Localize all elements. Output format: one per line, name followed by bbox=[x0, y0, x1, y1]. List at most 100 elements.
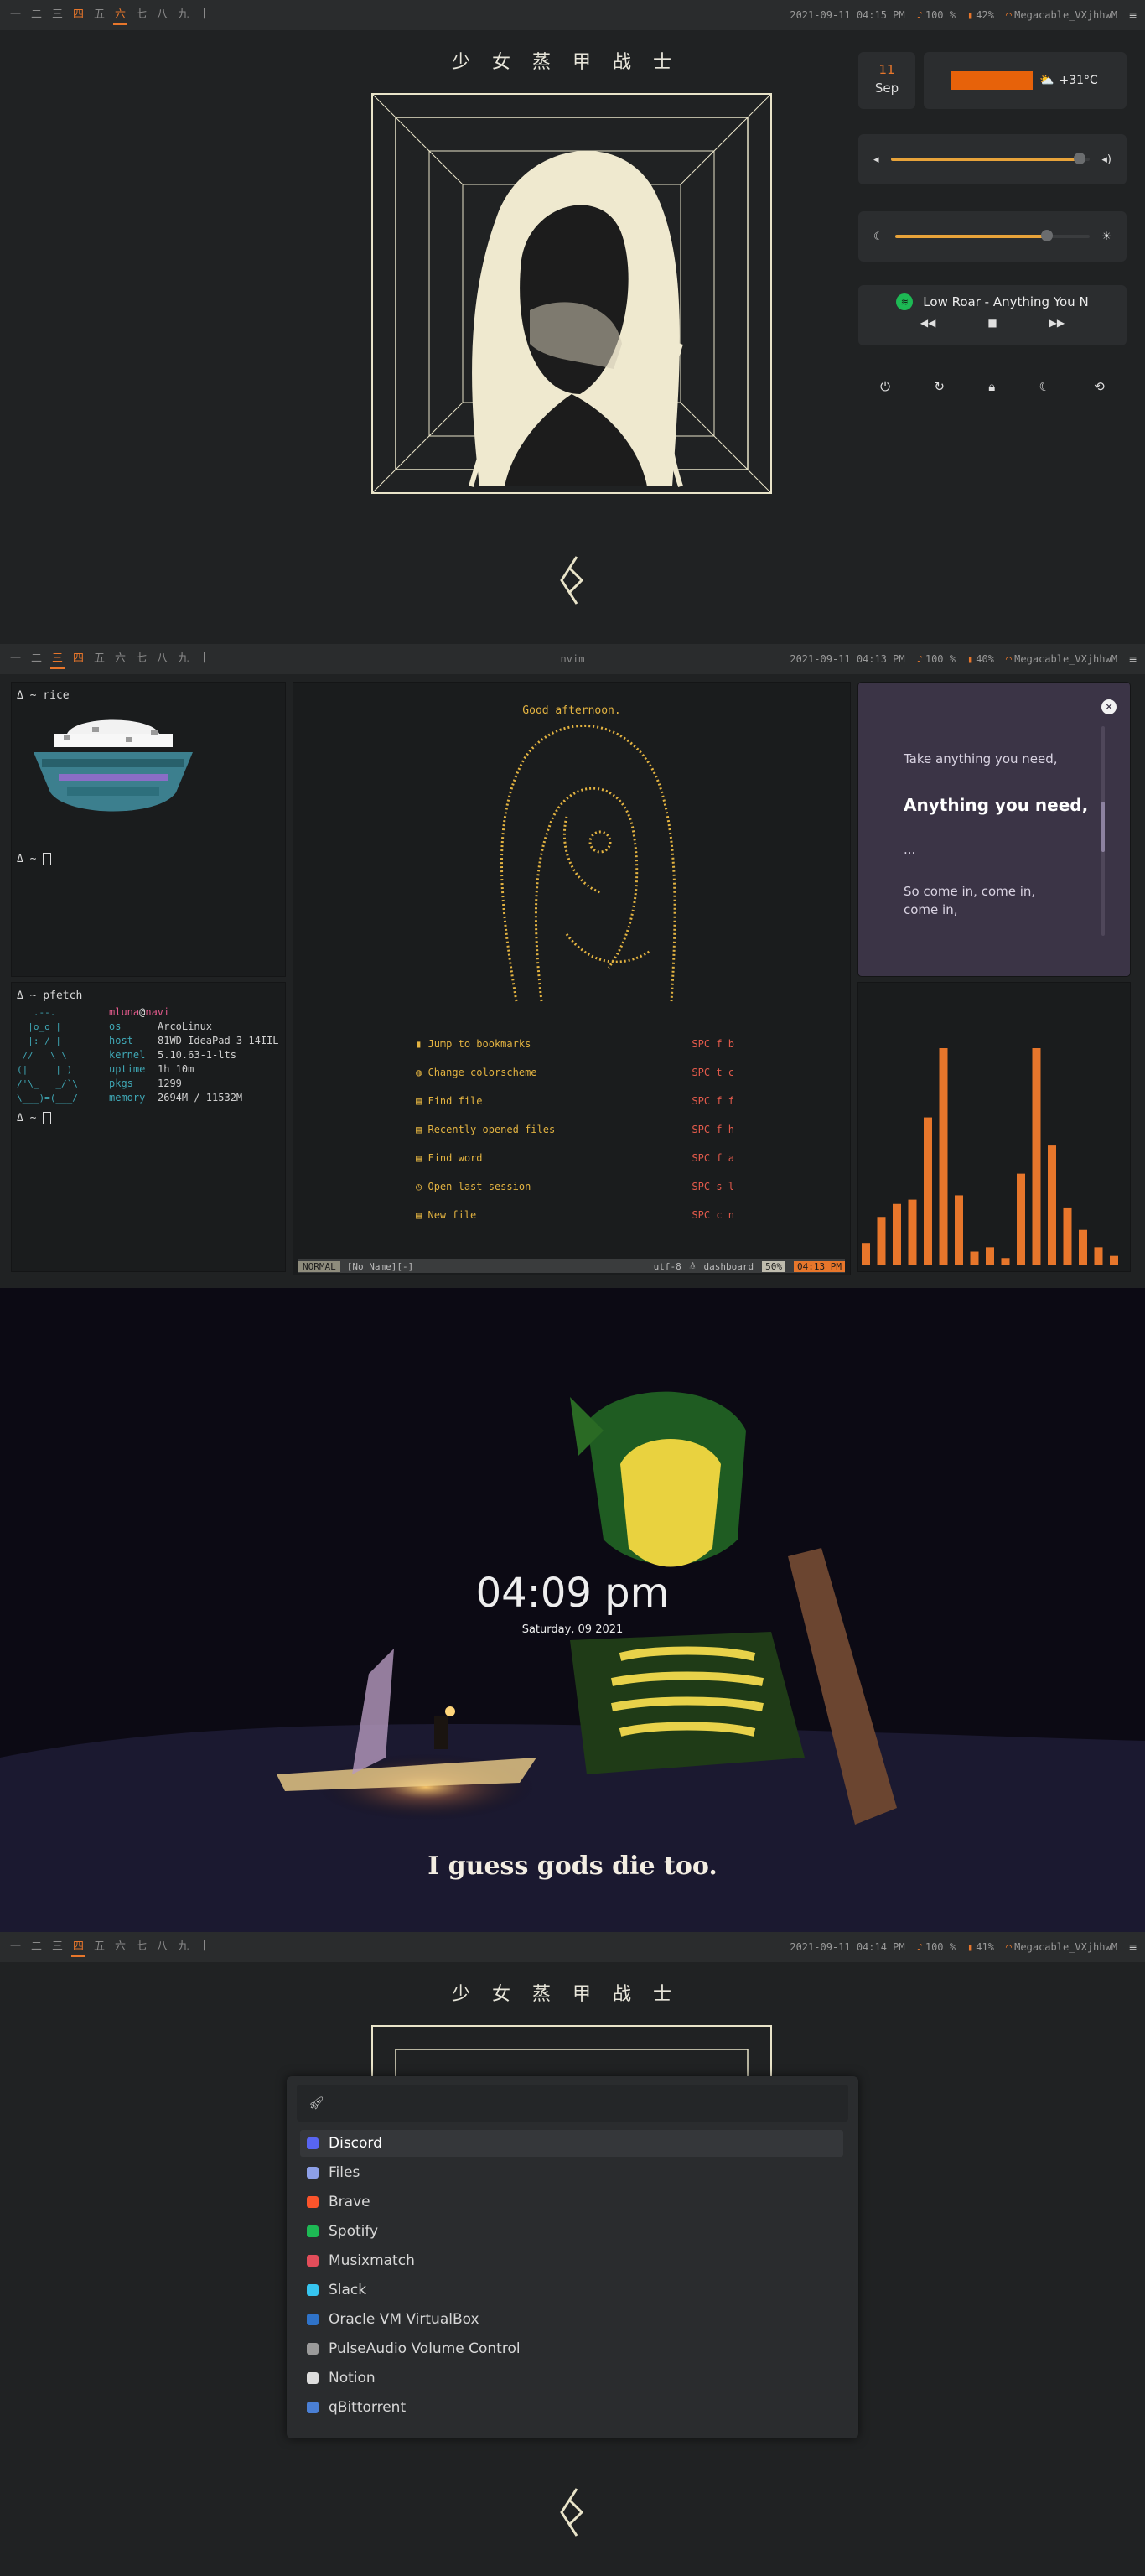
launcher-app-item[interactable]: PulseAudio Volume Control bbox=[300, 2335, 843, 2362]
pfetch-row: uptime 1h 10m bbox=[109, 1062, 279, 1077]
dashboard-item[interactable]: ◷ Open last session SPC s l bbox=[416, 1181, 734, 1192]
workspace-switcher[interactable]: 一二三四五六七八九十 bbox=[8, 5, 211, 25]
dashboard-item[interactable]: ▤ Find word SPC f a bbox=[416, 1152, 734, 1164]
launcher-app-item[interactable]: Slack bbox=[300, 2277, 843, 2303]
wifi-indicator[interactable]: ◠ Megacable_VXjhhwM bbox=[1006, 1941, 1117, 1953]
nvim-statusline: NORMAL [No Name][-] utf-8 🐧︎ dashboard 5… bbox=[298, 1259, 845, 1273]
volume-high-icon: ◂) bbox=[1101, 153, 1111, 166]
dashboard-item[interactable]: ▤ Find file SPC f f bbox=[416, 1095, 734, 1107]
dashboard-item[interactable]: ▤ Recently opened files SPC f h bbox=[416, 1124, 734, 1135]
file-icon: ▤ bbox=[416, 1209, 422, 1221]
wifi-indicator[interactable]: ◠ Megacable_VXjhhwM bbox=[1006, 9, 1117, 21]
nvim-window[interactable]: Good afternoon. ▮ Jump to bookmarks SPC f… bbox=[293, 683, 850, 1275]
volume-icon: ♪ bbox=[916, 653, 923, 665]
launcher-app-item[interactable]: Files bbox=[300, 2159, 843, 2186]
close-icon[interactable]: ✕ bbox=[1101, 699, 1117, 714]
launcher-app-item[interactable]: Spotify bbox=[300, 2218, 843, 2245]
dashboard-item[interactable]: ◍ Change colorscheme SPC t c bbox=[416, 1067, 734, 1078]
workspace-switcher[interactable]: 一二三四五六七八九十 bbox=[8, 1937, 211, 1957]
launcher-app-item[interactable]: qBittorrent bbox=[300, 2394, 843, 2421]
workspace-7[interactable]: 七 bbox=[134, 1937, 148, 1957]
volume-indicator[interactable]: ♪ 100 % bbox=[917, 9, 956, 21]
workspace-10[interactable]: 十 bbox=[197, 5, 211, 25]
app-name: Slack bbox=[329, 2282, 367, 2298]
workspace-2[interactable]: 二 bbox=[29, 5, 44, 25]
terminal-pfetch[interactable]: Δ ~ pfetch .--. |o_o | |:_/ | // \ \ (| … bbox=[12, 983, 285, 1271]
date-day: 11 bbox=[878, 62, 895, 77]
dashboard-item-label: Change colorscheme bbox=[427, 1067, 537, 1078]
launcher-app-item[interactable]: Brave bbox=[300, 2189, 843, 2215]
launcher-app-item[interactable]: Discord bbox=[300, 2130, 843, 2157]
lyrics-scrollbar[interactable] bbox=[1101, 726, 1105, 936]
workspace-8[interactable]: 八 bbox=[155, 1937, 169, 1957]
logout-icon[interactable]: ⟲ bbox=[1094, 379, 1105, 394]
workspace-2[interactable]: 二 bbox=[29, 1937, 44, 1957]
prev-track-button[interactable]: ◀◀ bbox=[920, 317, 935, 329]
launcher-app-item[interactable]: Notion bbox=[300, 2365, 843, 2392]
workspace-9[interactable]: 九 bbox=[176, 649, 190, 669]
menu-icon[interactable]: ≡ bbox=[1129, 1940, 1137, 1955]
scrollbar-thumb[interactable] bbox=[1101, 802, 1105, 852]
workspace-7[interactable]: 七 bbox=[134, 5, 148, 25]
volume-knob[interactable] bbox=[1074, 153, 1086, 164]
workspace-5[interactable]: 五 bbox=[92, 1937, 106, 1957]
volume-slider[interactable]: ◂ ◂) bbox=[858, 134, 1127, 184]
buffer-name: [No Name][-] bbox=[346, 1260, 414, 1272]
pfetch-key: memory bbox=[109, 1092, 146, 1104]
workspace-4[interactable]: 四 bbox=[71, 649, 85, 669]
workspace-switcher[interactable]: 一二三四五六七八九十 bbox=[8, 649, 211, 669]
volume-indicator[interactable]: ♪ 100 % bbox=[917, 653, 956, 665]
power-icon[interactable]: ⏻ bbox=[880, 379, 890, 394]
app-name: PulseAudio Volume Control bbox=[329, 2340, 521, 2357]
workspace-4[interactable]: 四 bbox=[71, 5, 85, 25]
visualizer-bar bbox=[1110, 1255, 1118, 1265]
workspace-3[interactable]: 三 bbox=[50, 1937, 65, 1957]
workspace-9[interactable]: 九 bbox=[176, 5, 190, 25]
pfetch-user: mluna @ navi bbox=[109, 1006, 170, 1018]
launcher-search-input[interactable] bbox=[338, 2096, 848, 2111]
wifi-indicator[interactable]: ◠ Megacable_VXjhhwM bbox=[1006, 653, 1117, 665]
menu-icon[interactable]: ≡ bbox=[1129, 652, 1137, 667]
workspace-6[interactable]: 六 bbox=[113, 1937, 127, 1957]
pfetch-value: 1h 10m bbox=[158, 1063, 194, 1075]
workspace-1[interactable]: 一 bbox=[8, 1937, 23, 1957]
brightness-track[interactable] bbox=[894, 230, 1091, 242]
terminal-cursor bbox=[43, 1112, 52, 1124]
workspace-7[interactable]: 七 bbox=[134, 649, 148, 669]
sleep-icon[interactable]: ☾ bbox=[1039, 379, 1049, 394]
dashboard-item[interactable]: ▤ New file SPC c n bbox=[416, 1209, 734, 1221]
workspace-10[interactable]: 十 bbox=[197, 649, 211, 669]
workspace-8[interactable]: 八 bbox=[155, 5, 169, 25]
workspace-1[interactable]: 一 bbox=[8, 649, 23, 669]
workspace-5[interactable]: 五 bbox=[92, 649, 106, 669]
volume-indicator[interactable]: ♪ 100 % bbox=[917, 1941, 956, 1953]
workspace-10[interactable]: 十 bbox=[197, 1937, 211, 1957]
terminal-rice[interactable]: Δ ~ rice Δ ~ bbox=[12, 683, 285, 976]
app-name: qBittorrent bbox=[329, 2399, 407, 2416]
workspace-6[interactable]: 六 bbox=[113, 5, 127, 25]
workspace-4[interactable]: 四 bbox=[71, 1937, 85, 1957]
launcher-search[interactable]: 🚀︎ bbox=[297, 2085, 848, 2122]
workspace-3[interactable]: 三 bbox=[50, 649, 65, 669]
next-track-button[interactable]: ▶▶ bbox=[1049, 317, 1065, 329]
workspace-9[interactable]: 九 bbox=[176, 1937, 190, 1957]
workspace-6[interactable]: 六 bbox=[113, 649, 127, 669]
lock-icon[interactable]: 🔒︎ bbox=[988, 379, 995, 394]
brightness-knob[interactable] bbox=[1041, 230, 1054, 242]
workspace-1[interactable]: 一 bbox=[8, 5, 23, 25]
stop-button[interactable]: ■ bbox=[987, 317, 997, 329]
workspace-8[interactable]: 八 bbox=[155, 649, 169, 669]
dashboard-item[interactable]: ▮ Jump to bookmarks SPC f b bbox=[416, 1038, 734, 1050]
app-icon bbox=[307, 2314, 319, 2325]
workspace-2[interactable]: 二 bbox=[29, 649, 44, 669]
pfetch-row: pkgs 1299 bbox=[109, 1077, 279, 1091]
launcher-app-item[interactable]: Oracle VM VirtualBox bbox=[300, 2306, 843, 2333]
volume-track[interactable] bbox=[890, 153, 1091, 164]
app-icon bbox=[307, 2372, 319, 2384]
reboot-icon[interactable]: ↻ bbox=[934, 379, 945, 394]
menu-icon[interactable]: ≡ bbox=[1129, 8, 1137, 23]
workspace-3[interactable]: 三 bbox=[50, 5, 65, 25]
brightness-slider[interactable]: ☾ ☀ bbox=[858, 211, 1127, 262]
workspace-5[interactable]: 五 bbox=[92, 5, 106, 25]
launcher-app-item[interactable]: Musixmatch bbox=[300, 2247, 843, 2274]
